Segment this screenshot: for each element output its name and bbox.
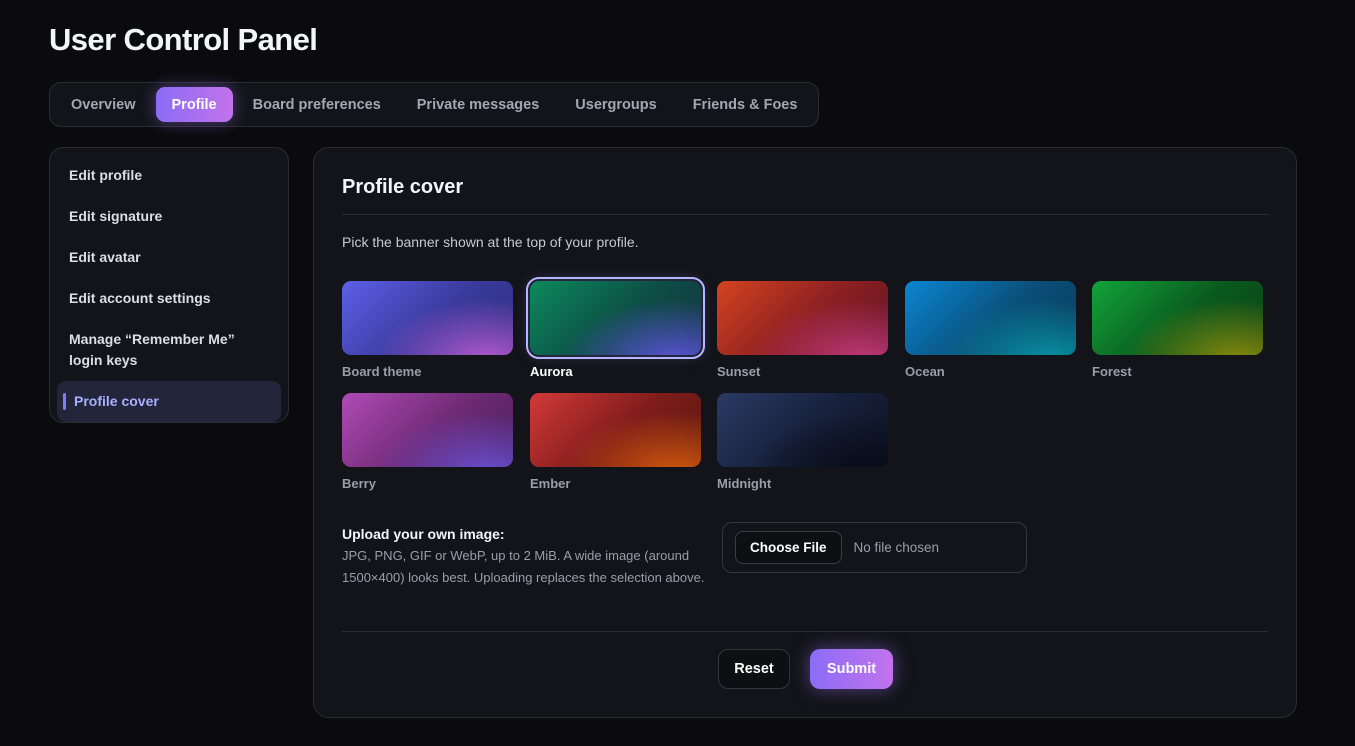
sidebar-item-edit-account-settings[interactable]: Edit account settings	[57, 278, 281, 319]
sidebar-item-edit-profile[interactable]: Edit profile	[57, 155, 281, 196]
tab-usergroups[interactable]: Usergroups	[559, 87, 672, 122]
sidebar-item-edit-signature[interactable]: Edit signature	[57, 196, 281, 237]
sidebar-item-remember-me-keys[interactable]: Manage “Remember Me” login keys	[57, 319, 281, 381]
cover-swatch	[530, 393, 701, 467]
cover-swatch	[905, 281, 1076, 355]
submit-button[interactable]: Submit	[810, 649, 893, 689]
cover-swatch	[526, 277, 705, 359]
cover-label: Sunset	[717, 364, 761, 379]
cover-label: Midnight	[717, 476, 772, 491]
sidebar-item-profile-cover[interactable]: Profile cover	[57, 381, 281, 422]
cover-option-aurora[interactable]: Aurora	[526, 277, 705, 379]
cover-option-ocean[interactable]: Ocean	[905, 281, 1076, 379]
panel-title: Profile cover	[342, 176, 464, 198]
tab-overview[interactable]: Overview	[55, 87, 152, 122]
cover-label: Forest	[1092, 364, 1132, 379]
cover-label: Aurora	[530, 364, 573, 379]
profile-cover-panel: Profile cover Pick the banner shown at t…	[313, 147, 1297, 718]
cover-label: Berry	[342, 476, 376, 491]
cover-option-berry[interactable]: Berry	[342, 393, 513, 491]
tab-profile[interactable]: Profile	[155, 87, 233, 122]
tab-bar: Overview Profile Board preferences Priva…	[49, 82, 820, 127]
upload-title: Upload your own image:	[342, 526, 505, 542]
cover-swatch	[717, 393, 888, 467]
divider	[342, 214, 1268, 215]
cover-option-board-theme[interactable]: Board theme	[342, 281, 513, 379]
cover-swatch	[342, 393, 513, 467]
cover-swatch	[1092, 281, 1263, 355]
divider	[342, 631, 1268, 632]
tab-board-preferences[interactable]: Board preferences	[237, 87, 397, 122]
tab-friends-foes[interactable]: Friends & Foes	[677, 87, 814, 122]
cover-label: Ocean	[905, 364, 945, 379]
cover-option-ember[interactable]: Ember	[530, 393, 701, 491]
file-upload-field[interactable]: Choose File No file chosen	[722, 522, 1027, 573]
cover-option-sunset[interactable]: Sunset	[717, 281, 888, 379]
reset-button[interactable]: Reset	[718, 649, 790, 689]
panel-description: Pick the banner shown at the top of your…	[342, 234, 639, 250]
cover-option-forest[interactable]: Forest	[1092, 281, 1263, 379]
sidebar: Edit profile Edit signature Edit avatar …	[49, 147, 289, 423]
tab-private-messages[interactable]: Private messages	[401, 87, 556, 122]
cover-option-midnight[interactable]: Midnight	[717, 393, 888, 491]
upload-help-text: JPG, PNG, GIF or WebP, up to 2 MiB. A wi…	[342, 548, 705, 585]
choose-file-button[interactable]: Choose File	[735, 531, 842, 564]
page-title: User Control Panel	[49, 22, 318, 57]
cover-label: Board theme	[342, 364, 422, 379]
cover-label: Ember	[530, 476, 571, 491]
sidebar-item-edit-avatar[interactable]: Edit avatar	[57, 237, 281, 278]
file-status: No file chosen	[853, 540, 940, 555]
cover-swatch	[717, 281, 888, 355]
cover-swatch	[342, 281, 513, 355]
